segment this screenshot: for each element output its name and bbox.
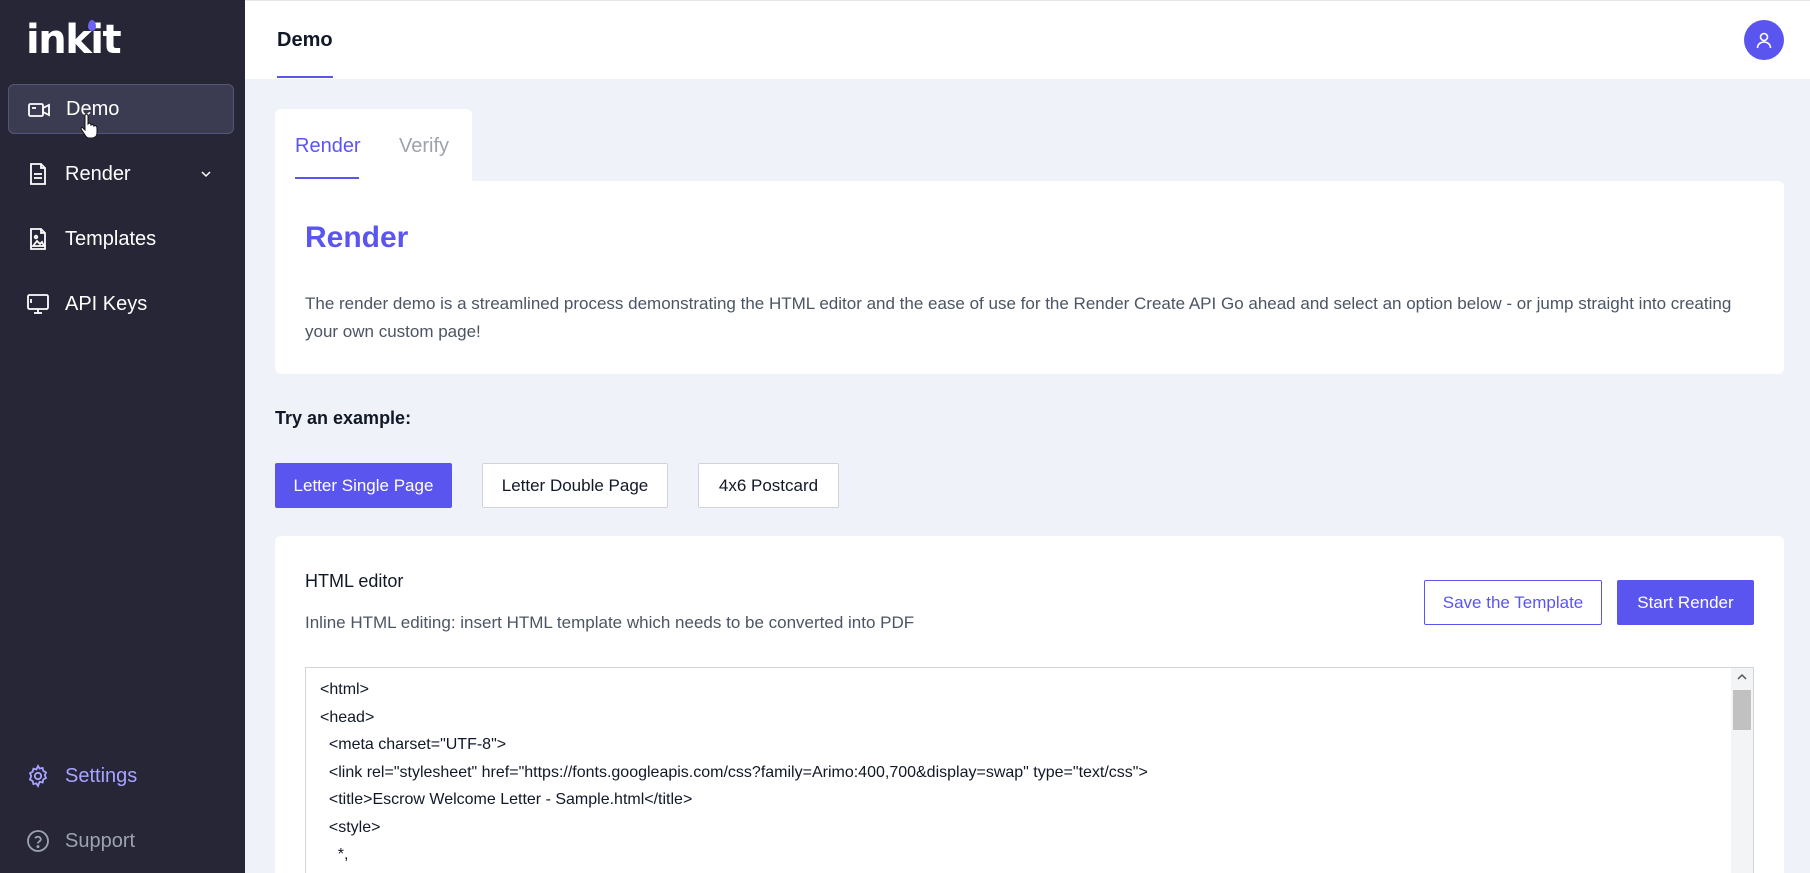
sidebar-item-render[interactable]: Render [8, 149, 234, 199]
sidebar-item-label: API Keys [65, 292, 148, 315]
scroll-thumb[interactable] [1733, 690, 1751, 730]
start-render-button[interactable]: Start Render [1617, 580, 1754, 625]
sidebar-item-label: Settings [65, 764, 138, 787]
sidebar-item-label: Templates [65, 227, 157, 250]
logo-dot [88, 20, 96, 31]
code-line: *, [320, 846, 349, 863]
logo-text: inkit [26, 17, 122, 63]
monitor-icon [27, 294, 49, 314]
help-circle-icon [27, 830, 49, 852]
postcard-4x6-button[interactable]: 4x6 Postcard [698, 463, 839, 508]
code-lines: <html> <head> <meta charset="UTF-8"> <li… [320, 676, 1148, 869]
user-avatar[interactable] [1744, 20, 1784, 60]
editor-subtitle: Inline HTML editing: insert HTML templat… [305, 613, 915, 632]
code-line: <meta charset="UTF-8"> [320, 736, 507, 753]
document-icon [30, 163, 46, 185]
examples-label: Try an example: [275, 408, 412, 428]
sidebar-item-settings[interactable]: Settings [8, 751, 234, 801]
active-tab-indicator [277, 76, 333, 78]
sidebar: inkit Demo Render Templates API Keys Set… [0, 0, 245, 873]
page-title: Render [305, 221, 409, 254]
tab-verify[interactable]: Verify [399, 135, 449, 158]
code-line: <link rel="stylesheet" href="https://fon… [320, 763, 1148, 781]
mouse-pointer-icon [80, 113, 98, 138]
sidebar-item-demo[interactable]: Demo [8, 84, 234, 134]
code-line: <title>Escrow Welcome Letter - Sample.ht… [320, 791, 693, 808]
letter-single-page-button[interactable]: Letter Single Page [275, 463, 452, 508]
html-editor-card: HTML editor Inline HTML editing: insert … [275, 536, 1784, 873]
sidebar-item-support[interactable]: Support [8, 816, 234, 866]
sidebar-item-templates[interactable]: Templates [8, 214, 234, 264]
gear-icon [28, 764, 48, 788]
chevron-down-icon[interactable] [198, 166, 214, 182]
inkit-logo[interactable]: inkit [26, 17, 122, 63]
intro-card: Render The render demo is a streamlined … [275, 181, 1784, 374]
sidebar-item-api-keys[interactable]: API Keys [8, 279, 234, 329]
html-code-editor[interactable]: <html> <head> <meta charset="UTF-8"> <li… [305, 667, 1754, 873]
tab-render[interactable]: Render [295, 135, 361, 158]
sidebar-item-label: Render [65, 162, 131, 185]
sidebar-item-label: Support [65, 829, 136, 852]
code-line: <html> [320, 681, 369, 698]
subtabs: Render Verify [275, 109, 472, 181]
video-icon [28, 103, 50, 117]
editor-scrollbar[interactable] [1731, 668, 1753, 873]
scroll-up-arrow-icon[interactable] [1736, 672, 1748, 682]
image-file-icon [30, 228, 46, 250]
active-subtab-indicator [295, 177, 359, 179]
intro-description: The render demo is a streamlined process… [305, 294, 1732, 341]
tab-demo[interactable]: Demo [277, 1, 333, 79]
save-template-button[interactable]: Save the Template [1424, 580, 1602, 625]
editor-title: HTML editor [305, 571, 404, 591]
letter-double-page-button[interactable]: Letter Double Page [482, 463, 668, 508]
code-line: <style> [320, 818, 381, 836]
user-icon [1756, 32, 1772, 49]
code-line: <head> [320, 708, 375, 726]
top-bar: Demo [245, 0, 1810, 79]
